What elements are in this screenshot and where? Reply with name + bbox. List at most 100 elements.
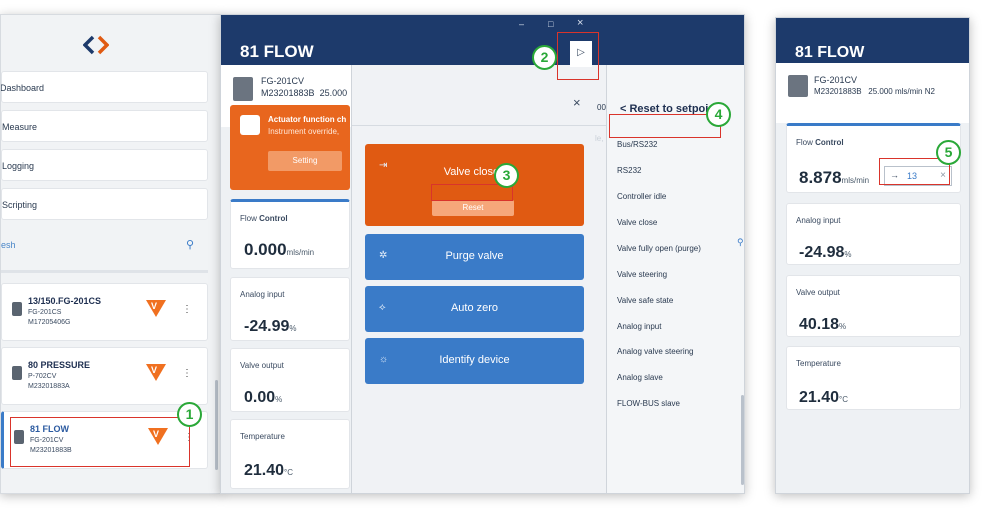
valve-panel: Valve output 0.00% [230, 348, 350, 412]
device-window: 81 FLOW – □ × FG-201CV M23201883B 25.000… [220, 14, 745, 494]
analog-panel: Analog input -24.99% [230, 277, 350, 341]
setpoint-item-controller-idle[interactable]: Controller idle [617, 192, 666, 201]
analog-label: Analog input [796, 216, 841, 225]
nav-logging-label: Logging [2, 161, 35, 171]
auto-zero-label: Auto zero [450, 302, 499, 314]
nav-dashboard[interactable]: Dashboard [1, 71, 208, 103]
callout-3: 3 [494, 163, 519, 188]
flow-label-prefix: Flow [240, 214, 260, 223]
setpoint-item-valve-safe-state[interactable]: Valve safe state [617, 296, 673, 305]
device-model: FG-201CV [814, 75, 858, 85]
temperature-panel: Temperature 21.40°C [230, 419, 350, 489]
main-scrollbar[interactable] [741, 395, 744, 485]
search-icon[interactable]: ⚲ [186, 238, 194, 251]
setpoint-item-valve-steering[interactable]: Valve steering [617, 270, 667, 279]
device-search-input[interactable]: esh ⚲ [1, 235, 208, 257]
setpoint-item-analog-slave[interactable]: Analog slave [617, 373, 663, 382]
nav-scripting[interactable]: Scripting [1, 188, 208, 220]
device-title: 81 FLOW [795, 44, 865, 61]
flow-number: 0.000 [244, 240, 287, 259]
highlight-setpoint-input [879, 158, 950, 185]
valve-panel: Valve output 40.18% [786, 275, 961, 337]
flow-unit: mls/min [841, 176, 870, 185]
identify-device-button[interactable]: ☼ Identify device [365, 338, 584, 384]
temperature-value: 21.40°C [799, 389, 848, 407]
temperature-label: Temperature [240, 432, 285, 441]
auto-zero-button[interactable]: ⟡ Auto zero [365, 286, 584, 332]
device-menu-icon[interactable]: ⋮ [182, 368, 192, 379]
app-logo-icon [83, 35, 109, 55]
device-titlebar: 81 FLOW – □ × [221, 15, 744, 65]
valve-label: Valve output [796, 288, 840, 297]
device-name: 13/150.FG-201CS [28, 296, 102, 306]
temperature-number: 21.40 [799, 389, 840, 406]
minimize-button[interactable]: – [519, 19, 524, 29]
actions-panel: × ⇥ Valve closed Reset ✲ Purge valve ⟡ A… [351, 65, 607, 493]
actuator-alert: Actuator function ch Instrument override… [230, 105, 350, 190]
device-icon [12, 366, 22, 380]
setpoint-item-analog-input[interactable]: Analog input [617, 322, 661, 331]
flow-panel: Flow Control 0.000mls/min [230, 199, 350, 269]
setpoint-item-bus-rs232[interactable]: Bus/RS232 [617, 140, 657, 149]
device-card-80-pressure[interactable]: 80 PRESSURE P-702CV M23201883A V ⋮ [1, 347, 208, 405]
sidebar-scrollbar[interactable] [215, 380, 218, 470]
analog-value: -24.99% [244, 318, 297, 336]
purge-valve-label: Purge valve [445, 250, 504, 262]
setpoint-item-valve-close[interactable]: Valve close [617, 218, 657, 227]
setpoint-item-rs232[interactable]: RS232 [617, 166, 641, 175]
maximize-button[interactable]: □ [548, 19, 553, 29]
device-window-updated: 81 FLOW FG-201CV M23201883B 25.000 mls/m… [775, 17, 970, 494]
analog-unit: % [844, 250, 852, 259]
device-model: FG-201CV [261, 76, 305, 86]
valve-warning-icon [240, 115, 260, 135]
analog-number: -24.99 [244, 318, 290, 335]
window-close-button[interactable]: × [577, 17, 583, 29]
device-serial-line: M23201883B 25.000 [261, 88, 347, 98]
temperature-number: 21.40 [244, 462, 285, 479]
device-image-icon [788, 75, 808, 97]
list-divider [1, 270, 208, 273]
callout-2: 2 [532, 45, 557, 70]
reset-button[interactable]: Reset [432, 200, 514, 216]
setpoint-item-valve-purge[interactable]: Valve fully open (purge) [617, 244, 701, 253]
alert-setting-button[interactable]: Setting [268, 151, 342, 171]
highlight-expand-button [557, 32, 599, 80]
nav-measure-label: Measure [2, 122, 38, 132]
flow-label-strong: Control [815, 138, 844, 147]
search-placeholder: esh [1, 240, 16, 250]
temperature-label: Temperature [796, 359, 841, 368]
device-serial: M17205406G [28, 319, 71, 326]
device-card-13-150[interactable]: 13/150.FG-201CS FG-201CS M17205406G V ⋮ [1, 283, 208, 341]
temperature-value: 21.40°C [244, 462, 293, 480]
device-model: FG-201CS [28, 309, 62, 316]
nav-logging[interactable]: Logging [1, 149, 208, 181]
actions-close-icon[interactable]: × [573, 95, 581, 110]
flow-unit: mls/min [286, 248, 315, 257]
temperature-unit: °C [284, 468, 294, 477]
setpoint-item-analog-valve-steering[interactable]: Analog valve steering [617, 347, 694, 356]
search-icon: ⚲ [737, 237, 744, 247]
valve-number: 0.00 [244, 389, 276, 406]
device-titlebar: 81 FLOW [776, 18, 969, 63]
purge-valve-button[interactable]: ✲ Purge valve [365, 234, 584, 280]
identify-device-label: Identify device [439, 354, 510, 366]
device-serial: M23201883A [28, 383, 70, 390]
overflow-text: 00 [597, 103, 606, 112]
device-menu-icon[interactable]: ⋮ [182, 304, 192, 315]
device-name: 80 PRESSURE [28, 360, 91, 370]
valve-warning-icon: V [146, 300, 166, 317]
valve-value: 0.00% [244, 389, 282, 407]
highlight-bus-rs232 [609, 114, 721, 138]
setpoint-item-flow-bus-slave[interactable]: FLOW-BUS slave [617, 399, 680, 408]
device-model: P-702CV [28, 373, 57, 380]
highlight-device-card [10, 417, 190, 467]
badge-glyph: V [151, 301, 158, 311]
nav-measure[interactable]: Measure [1, 110, 208, 142]
alert-subtitle: Instrument override, [268, 127, 340, 136]
alert-title: Actuator function ch [268, 115, 347, 124]
flow-label: Flow Control [240, 214, 288, 223]
device-title: 81 FLOW [240, 42, 314, 61]
actions-divider [352, 125, 607, 126]
analog-label: Analog input [240, 290, 285, 299]
valve-unit: % [839, 322, 847, 331]
